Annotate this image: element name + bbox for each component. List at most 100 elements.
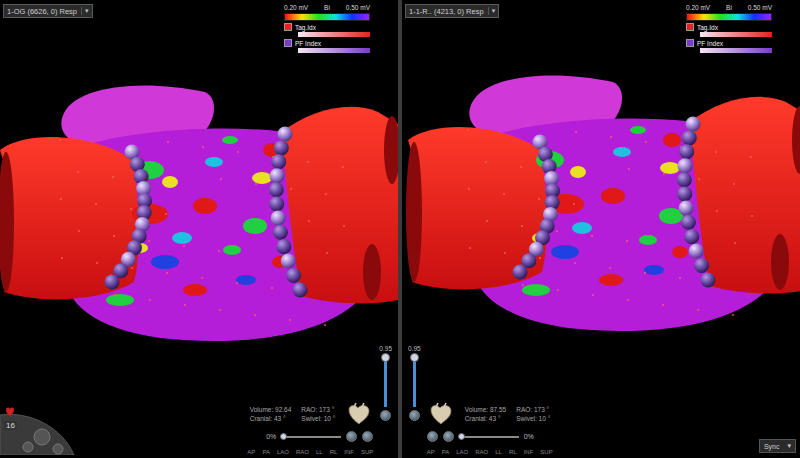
swivel-value: Swivel: 10 ° bbox=[516, 415, 550, 422]
view-info: Volume: 92.64RAO: 173 °Cranial: 43 °Swiv… bbox=[247, 402, 373, 455]
navigation-dial-icon[interactable] bbox=[0, 407, 76, 455]
transparency-slider[interactable]: 0% bbox=[266, 431, 373, 442]
view-presets: AP PA LAO RAO LL RL INF SUP bbox=[427, 447, 553, 455]
map-selector[interactable]: 1-OG (6626, 0) Resp ▾ bbox=[3, 4, 93, 18]
opacity-track[interactable] bbox=[384, 355, 387, 407]
scale-max: 0.50 mV bbox=[346, 4, 370, 11]
opacity-slider[interactable]: 0.95 bbox=[408, 345, 421, 455]
heart-orientation-icon[interactable] bbox=[427, 402, 455, 426]
heart-orientation-icon[interactable] bbox=[345, 402, 373, 426]
map-title: 1-1-R.. (4213, 0) Resp bbox=[409, 7, 484, 16]
volume-value: Volume: 87.55 bbox=[465, 406, 507, 413]
color-legend: 0.20 mV Bi 0.50 mV Tag.Idx PF Index bbox=[686, 4, 772, 53]
view-button[interactable]: LL bbox=[316, 449, 323, 455]
view-values: Volume: 87.55 RAO: 173 ° Cranial: 43 ° Swiv… bbox=[465, 406, 551, 422]
rotate-button[interactable] bbox=[346, 431, 357, 442]
view-button[interactable]: LAO bbox=[456, 449, 468, 455]
panel-divider[interactable] bbox=[398, 0, 402, 458]
transparency-reading: 0% bbox=[524, 433, 534, 440]
navigation-widget[interactable]: 16 bbox=[0, 407, 76, 455]
view-button[interactable]: RL bbox=[509, 449, 517, 455]
legend-bar bbox=[298, 48, 370, 53]
sync-label: Sync bbox=[764, 443, 780, 450]
view-button[interactable]: LAO bbox=[277, 449, 289, 455]
color-scale-bar[interactable] bbox=[686, 13, 772, 21]
dropdown-arrow-icon[interactable]: ▾ bbox=[488, 7, 496, 15]
scale-max: 0.50 mV bbox=[748, 4, 772, 11]
opacity-knob[interactable] bbox=[410, 353, 419, 362]
dropdown-arrow-icon: ▾ bbox=[787, 442, 791, 450]
legend-item: PF Index bbox=[686, 39, 772, 53]
transparency-track[interactable] bbox=[281, 436, 341, 438]
transparency-track[interactable] bbox=[459, 436, 519, 438]
cranial-value: Cranial: 43 ° bbox=[250, 415, 292, 422]
legend-text: Tag.Idx bbox=[697, 24, 718, 31]
legend-bar bbox=[298, 32, 370, 37]
legend-label: Tag.Idx bbox=[284, 23, 370, 31]
transparency-reading: 0% bbox=[266, 433, 276, 440]
reset-button[interactable] bbox=[380, 410, 391, 421]
opacity-reading: 0.95 bbox=[379, 345, 392, 352]
view-controls: 16 Volume: 92.64RAO: 173 °Cranial: 43 °Sw… bbox=[0, 345, 398, 458]
scale-label: Bi bbox=[324, 4, 330, 11]
view-button[interactable]: RAO bbox=[296, 449, 309, 455]
tag-icon bbox=[686, 23, 694, 31]
opacity-knob[interactable] bbox=[381, 353, 390, 362]
panel-header: 1-1-R.. (4213, 0) Resp ▾ 0.20 mV Bi 0.50 mV T… bbox=[402, 0, 800, 53]
reset-button[interactable] bbox=[409, 410, 420, 421]
opacity-fill bbox=[413, 358, 416, 407]
view-button[interactable]: INF bbox=[344, 449, 354, 455]
legend-scale: 0.20 mV Bi 0.50 mV bbox=[686, 4, 772, 11]
cranial-value: Cranial: 43 ° bbox=[465, 415, 507, 422]
scale-min: 0.20 mV bbox=[284, 4, 308, 11]
view-button[interactable]: AP bbox=[247, 449, 255, 455]
view-controls: 0.95 Volume: 87.55 RAO: 173 ° Cranial: 43 °… bbox=[402, 345, 800, 458]
view-button[interactable]: AP bbox=[427, 449, 435, 455]
view-info-row: Volume: 87.55 RAO: 173 ° Cranial: 43 ° Swiv… bbox=[427, 402, 551, 426]
transparency-knob[interactable] bbox=[280, 433, 287, 440]
opacity-reading: 0.95 bbox=[408, 345, 421, 352]
rao-value: RAO: 173 ° bbox=[516, 406, 550, 413]
rotate-button[interactable] bbox=[443, 431, 454, 442]
sync-dropdown[interactable]: Sync ▾ bbox=[759, 439, 796, 453]
atrium-map[interactable] bbox=[0, 0, 398, 458]
zoom-button[interactable] bbox=[427, 431, 438, 442]
view-button[interactable]: RL bbox=[330, 449, 338, 455]
view-button[interactable]: SUP bbox=[361, 449, 373, 455]
map-title: 1-OG (6626, 0) Resp bbox=[7, 7, 77, 16]
frame-count: 16 bbox=[4, 421, 17, 430]
legend-bar bbox=[700, 48, 772, 53]
map-selector[interactable]: 1-1-R.. (4213, 0) Resp ▾ bbox=[405, 4, 499, 18]
view-info: Volume: 87.55 RAO: 173 ° Cranial: 43 ° Swiv… bbox=[427, 402, 553, 455]
opacity-slider[interactable]: 0.95 bbox=[379, 345, 392, 455]
map-panel: 1-OG (6626, 0) Resp ▾ 0.20 mV Bi 0.50 mV Tag.… bbox=[0, 0, 398, 458]
view-values: Volume: 92.64RAO: 173 °Cranial: 43 °Swiv… bbox=[250, 406, 336, 422]
atrium-map[interactable] bbox=[402, 0, 800, 458]
legend-label: PF Index bbox=[686, 39, 772, 47]
volume-value: Volume: 92.64 bbox=[250, 406, 292, 413]
view-button[interactable]: SUP bbox=[540, 449, 552, 455]
transparency-slider[interactable]: 0% bbox=[427, 431, 534, 442]
dropdown-arrow-icon[interactable]: ▾ bbox=[81, 7, 89, 15]
view-button[interactable]: PA bbox=[262, 449, 270, 455]
color-scale-bar[interactable] bbox=[284, 13, 370, 21]
scale-min: 0.20 mV bbox=[686, 4, 710, 11]
swivel-value: Swivel: 10 ° bbox=[301, 415, 335, 422]
view-button[interactable]: PA bbox=[442, 449, 450, 455]
map-panel: 1-1-R.. (4213, 0) Resp ▾ 0.20 mV Bi 0.50 mV T… bbox=[402, 0, 800, 458]
legend-text: Tag.Idx bbox=[295, 24, 316, 31]
legend-scale: 0.20 mV Bi 0.50 mV bbox=[284, 4, 370, 11]
view-button[interactable]: LL bbox=[495, 449, 502, 455]
view-info-row: Volume: 92.64RAO: 173 °Cranial: 43 °Swiv… bbox=[250, 402, 374, 426]
zoom-button[interactable] bbox=[362, 431, 373, 442]
view-button[interactable]: INF bbox=[524, 449, 534, 455]
opacity-track[interactable] bbox=[413, 355, 416, 407]
tag-icon bbox=[686, 39, 694, 47]
legend-label: Tag.Idx bbox=[686, 23, 772, 31]
legend-text: PF Index bbox=[697, 40, 723, 47]
scale-label: Bi bbox=[726, 4, 732, 11]
view-button[interactable]: RAO bbox=[475, 449, 488, 455]
legend-label: PF Index bbox=[284, 39, 370, 47]
transparency-knob[interactable] bbox=[458, 433, 465, 440]
legend-bar bbox=[700, 32, 772, 37]
